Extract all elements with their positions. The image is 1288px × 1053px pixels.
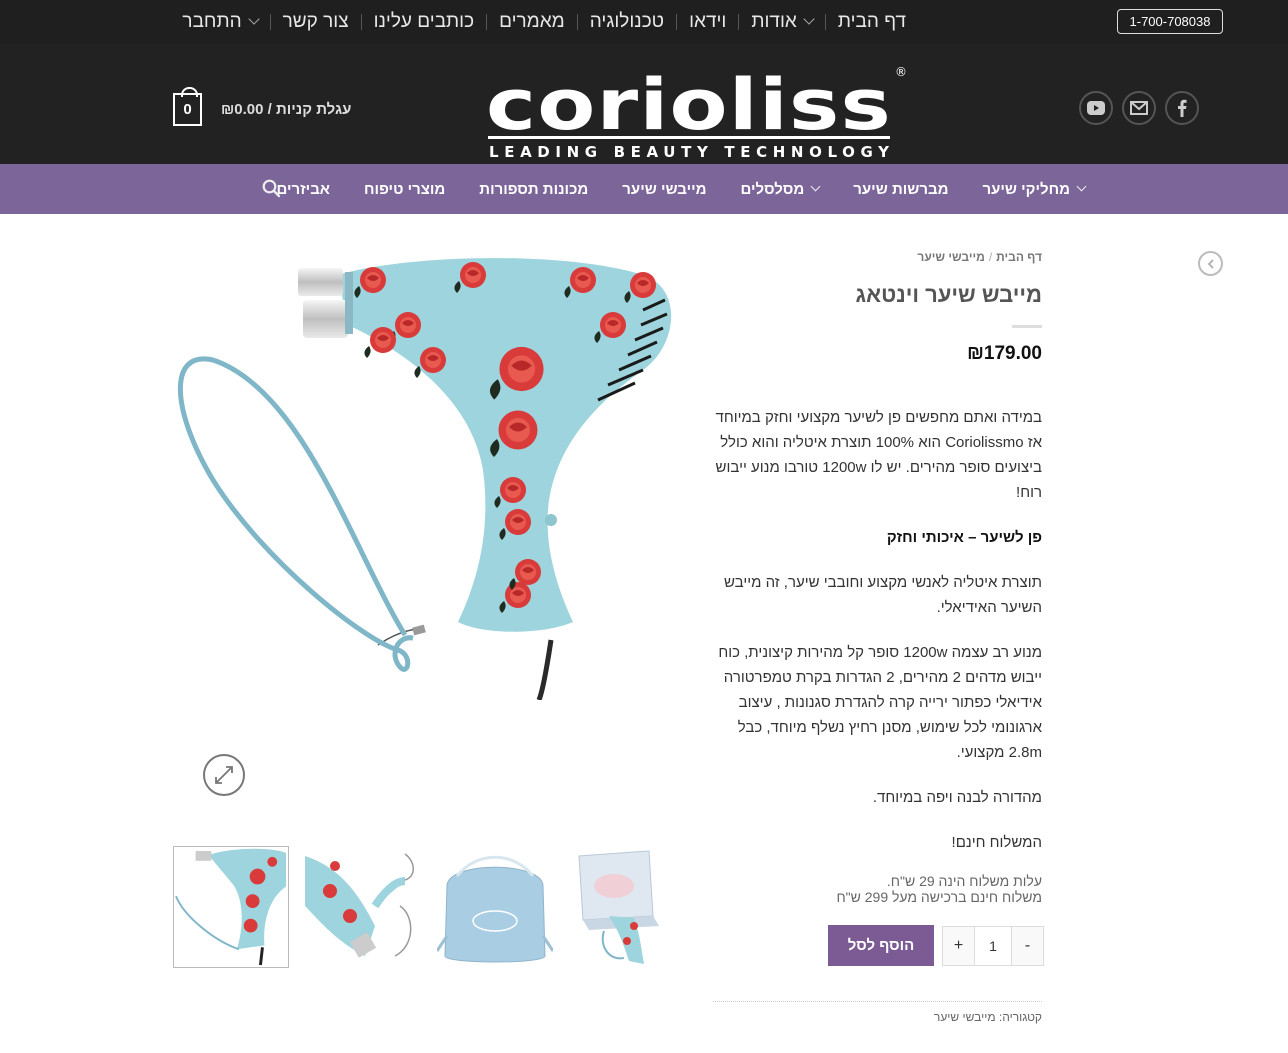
youtube-icon[interactable] bbox=[1079, 91, 1113, 125]
top-nav-label: מאמרים bbox=[499, 11, 565, 32]
chevron-down-icon bbox=[247, 13, 260, 25]
main-nav-items: מחליקי שיער מברשות שיער מסלסלים מייבשי שיער… bbox=[260, 164, 1102, 214]
meta-divider bbox=[713, 1001, 1042, 1002]
thumbnail-strip bbox=[173, 846, 673, 968]
search-icon[interactable] bbox=[262, 179, 281, 203]
phone-button[interactable]: 1-700-708038 bbox=[1117, 9, 1223, 34]
main-nav: מחליקי שיער מברשות שיער מסלסלים מייבשי שיער… bbox=[0, 164, 1288, 214]
main-nav-item-1[interactable]: מברשות שיער bbox=[836, 181, 965, 198]
social-icons bbox=[1079, 91, 1199, 125]
thumbnail-3[interactable] bbox=[437, 846, 553, 968]
product-category[interactable]: קטגוריה: מייבשי שיער bbox=[934, 1010, 1042, 1024]
chevron-down-icon bbox=[810, 181, 821, 192]
description-paragraph: המשלוח חינם! bbox=[951, 834, 1042, 851]
quantity-plus-button[interactable]: + bbox=[942, 926, 975, 966]
top-nav-item-4[interactable]: מאמרים bbox=[487, 0, 577, 44]
main-nav-item-4[interactable]: מכונות תספורות bbox=[462, 181, 605, 198]
description-paragraph: במידה ואתם מחפשים פן לשיער מקצועי וחזק ב… bbox=[715, 409, 1042, 501]
add-to-cart-button[interactable]: הוסף לסל bbox=[828, 925, 934, 966]
previous-product-icon[interactable] bbox=[1198, 251, 1223, 276]
quantity-minus-button[interactable]: - bbox=[1011, 926, 1044, 966]
main-nav-label: מחליקי שיער bbox=[982, 180, 1070, 198]
top-bar: דף הבית אודות וידאו טכנולוגיה מאמרים כותבים ע… bbox=[0, 0, 1288, 44]
main-nav-label: מברשות שיער bbox=[853, 180, 949, 198]
top-nav-label: אודות bbox=[751, 11, 797, 32]
thumbnail-1[interactable] bbox=[173, 846, 289, 968]
main-nav-label: מסלסלים bbox=[740, 180, 805, 198]
top-nav-label: וידאו bbox=[689, 11, 727, 32]
logo-registered-mark: ® bbox=[895, 65, 907, 79]
zoom-icon[interactable] bbox=[203, 754, 245, 796]
description-paragraph: מנוע רב עצמה 1200w סופר קל מהירות קיצוני… bbox=[718, 644, 1042, 761]
cart-label[interactable]: עגלת קניות / ₪0.00 bbox=[221, 101, 351, 118]
top-nav-label: התחבר bbox=[182, 11, 242, 32]
product-main-image[interactable] bbox=[173, 250, 683, 700]
main-nav-item-2[interactable]: מסלסלים bbox=[724, 181, 837, 198]
main-nav-label: מוצרי טיפוח bbox=[364, 180, 446, 198]
product-description: במידה ואתם מחפשים פן לשיער מקצועי וחזק ב… bbox=[713, 405, 1042, 875]
top-nav-item-3[interactable]: טכנולוגיה bbox=[578, 0, 676, 44]
cart-link[interactable]: 0 עגלת קניות / ₪0.00 bbox=[173, 87, 351, 126]
breadcrumb-home[interactable]: דף הבית bbox=[996, 250, 1042, 264]
top-nav-item-2[interactable]: וידאו bbox=[677, 0, 738, 44]
site-header: 0 עגלת קניות / ₪0.00 corioliss ® LEADING… bbox=[0, 44, 1288, 164]
main-nav-item-3[interactable]: מייבשי שיער bbox=[605, 181, 723, 198]
thumbnail-2[interactable] bbox=[305, 846, 421, 968]
description-paragraph: פן לשיער – איכותי וחזק bbox=[886, 529, 1042, 546]
cart-count-icon[interactable]: 0 bbox=[173, 87, 202, 126]
main-nav-item-5[interactable]: מוצרי טיפוח bbox=[347, 181, 462, 198]
shipping-info: עלות משלוח הינה 29 ש"ח. משלוח חינם ברכיש… bbox=[713, 873, 1042, 905]
logo-tagline: LEADING BEAUTY TECHNOLOGY bbox=[489, 143, 890, 159]
top-nav-label: כותבים עלינו bbox=[373, 11, 475, 32]
chevron-down-icon bbox=[803, 13, 815, 25]
description-paragraph: תוצרת איטליה לאנשי מקצוע וחובבי שיער, זה… bbox=[724, 574, 1042, 616]
quantity-input[interactable]: 1 bbox=[975, 926, 1011, 966]
main-nav-label: אביזרים bbox=[276, 180, 331, 198]
product-price: ₪179.00 bbox=[967, 343, 1042, 364]
top-nav-item-0[interactable]: דף הבית bbox=[826, 0, 918, 44]
description-paragraph: מהדורה לבנה ויפה במיוחד. bbox=[872, 789, 1042, 806]
free-shipping-note: משלוח חינם ברכישה מעל 299 ש"ח bbox=[836, 889, 1042, 905]
chevron-down-icon bbox=[1076, 181, 1087, 192]
corioliss-logo[interactable]: corioliss ® LEADING BEAUTY TECHNOLOGY bbox=[486, 63, 910, 159]
thumbnail-4[interactable] bbox=[569, 846, 673, 968]
breadcrumb-category[interactable]: מייבשי שיער bbox=[917, 250, 984, 264]
main-nav-label: מייבשי שיער bbox=[622, 180, 707, 198]
main-nav-item-0[interactable]: מחליקי שיער bbox=[965, 181, 1102, 198]
top-nav-label: דף הבית bbox=[837, 11, 906, 32]
quantity-stepper: + 1 - bbox=[942, 926, 1044, 966]
top-nav-item-7[interactable]: התחבר bbox=[170, 0, 269, 44]
logo-wordmark: corioliss bbox=[486, 64, 892, 146]
top-nav-item-6[interactable]: צור קשר bbox=[271, 0, 361, 44]
shipping-cost: עלות משלוח הינה 29 ש"ח. bbox=[886, 873, 1042, 889]
main-nav-label: מכונות תספורות bbox=[479, 180, 589, 198]
top-nav-item-5[interactable]: כותבים עלינו bbox=[362, 0, 487, 44]
product-title: מייבש שיער וינטאג bbox=[855, 282, 1042, 307]
email-icon[interactable] bbox=[1122, 91, 1156, 125]
top-nav-label: טכנולוגיה bbox=[589, 11, 665, 32]
facebook-icon[interactable] bbox=[1165, 91, 1199, 125]
top-nav: דף הבית אודות וידאו טכנולוגיה מאמרים כותבים ע… bbox=[170, 0, 918, 44]
top-nav-item-1[interactable]: אודות bbox=[739, 0, 824, 44]
top-nav-label: צור קשר bbox=[282, 11, 349, 32]
title-divider bbox=[1012, 325, 1042, 328]
breadcrumb: דף הבית/מייבשי שיער bbox=[917, 250, 1042, 264]
